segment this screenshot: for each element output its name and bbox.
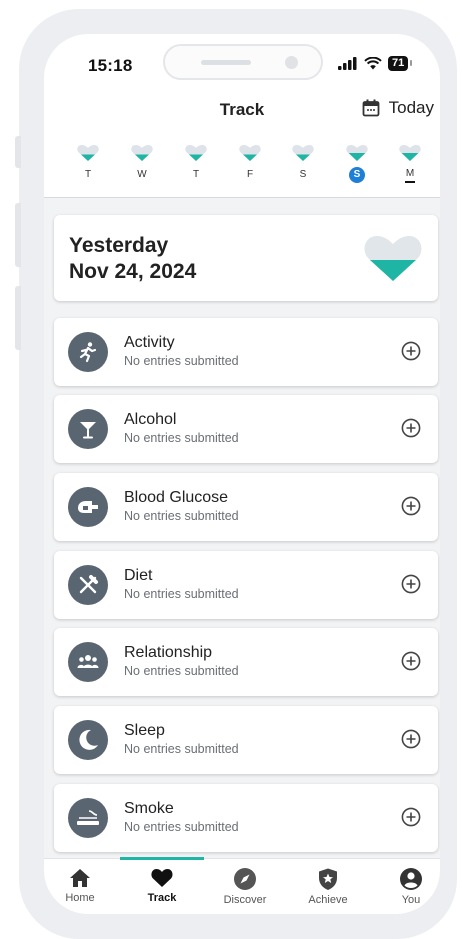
tab-achieve[interactable]: Achieve (293, 867, 363, 906)
tab-track[interactable]: Track (127, 867, 197, 904)
tracker-subtitle: No entries submitted (124, 587, 239, 601)
tracker-row-activity[interactable]: Activity No entries submitted (54, 318, 438, 386)
add-entry-icon[interactable] (401, 341, 421, 361)
status-icons: 71 (338, 56, 413, 71)
heart-icon (151, 869, 173, 887)
today-button[interactable]: Today (362, 98, 434, 118)
add-entry-icon[interactable] (401, 807, 421, 827)
day-label: S (299, 169, 307, 180)
star-shield-icon (319, 868, 337, 890)
tab-label: Achieve (308, 894, 348, 906)
tracker-subtitle: No entries submitted (124, 664, 239, 678)
signal-icon (338, 57, 357, 70)
day-item[interactable]: S (285, 144, 321, 183)
tab-you[interactable]: You (376, 867, 440, 906)
tab-label: Home (65, 892, 95, 904)
bottom-tab-bar: Home Track Discover Achieve You (44, 857, 440, 914)
tracker-subtitle: No entries submitted (124, 742, 239, 756)
heart-progress-icon (399, 145, 421, 161)
heart-progress-icon (185, 145, 207, 161)
tracker-row-smoke[interactable]: Smoke No entries submitted (54, 784, 438, 852)
heart-progress-icon (292, 145, 314, 161)
tab-home[interactable]: Home (45, 867, 115, 904)
phone-side-button (15, 203, 21, 267)
compass-icon (234, 868, 256, 890)
dynamic-island (163, 44, 323, 80)
add-entry-icon[interactable] (401, 574, 421, 594)
status-bar: 15:18 71 (44, 34, 440, 96)
day-label: F (246, 169, 254, 180)
selected-day-card: Yesterday Nov 24, 2024 (54, 215, 438, 301)
user-icon (400, 868, 422, 890)
top-nav: Track Today (44, 96, 440, 132)
today-label: Today (388, 98, 434, 117)
home-icon (70, 869, 90, 887)
tracker-row-sleep[interactable]: Sleep No entries submitted (54, 706, 438, 774)
day-label: T (192, 169, 200, 180)
active-tab-indicator (120, 857, 204, 860)
day-item[interactable]: F (232, 144, 268, 183)
tab-label: Discover (223, 894, 267, 906)
tracker-title: Smoke (124, 800, 174, 817)
moon-icon (68, 720, 108, 760)
wifi-icon (364, 57, 382, 70)
tracker-subtitle: No entries submitted (124, 820, 239, 834)
tab-label: You (401, 894, 421, 906)
island-pill (201, 60, 251, 65)
day-card-title: Yesterday (69, 234, 169, 257)
day-label-current: M (404, 167, 416, 183)
tab-discover[interactable]: Discover (210, 867, 280, 906)
calendar-icon (362, 99, 380, 117)
glucose-meter-icon (68, 487, 108, 527)
app-screen: 15:18 71 Track Today T W T F S S M Yeste… (44, 34, 440, 914)
tracker-subtitle: No entries submitted (124, 431, 239, 445)
battery-indicator: 71 (388, 56, 413, 71)
phone-side-button (15, 286, 21, 350)
phone-side-button (15, 136, 21, 168)
heart-progress-icon (364, 236, 422, 281)
tracker-row-relationship[interactable]: Relationship No entries submitted (54, 628, 438, 696)
day-label: T (84, 169, 92, 180)
tracker-subtitle: No entries submitted (124, 354, 239, 368)
heart-progress-icon (77, 145, 99, 161)
status-time: 15:18 (88, 56, 133, 75)
day-item[interactable]: M (392, 144, 428, 183)
tracker-title: Blood Glucose (124, 489, 229, 506)
tracker-row-blood-glucose[interactable]: Blood Glucose No entries submitted (54, 473, 438, 541)
add-entry-icon[interactable] (401, 651, 421, 671)
heart-progress-icon (239, 145, 261, 161)
day-label-selected: S (349, 167, 365, 183)
day-item[interactable]: W (124, 144, 160, 183)
day-item[interactable]: S (339, 144, 375, 183)
cigarette-icon (68, 798, 108, 838)
week-strip: T W T F S S M (44, 132, 440, 198)
tracker-row-alcohol[interactable]: Alcohol No entries submitted (54, 395, 438, 463)
add-entry-icon[interactable] (401, 418, 421, 438)
cocktail-glass-icon (68, 409, 108, 449)
tracker-row-diet[interactable]: Diet No entries submitted (54, 551, 438, 619)
day-item[interactable]: T (70, 144, 106, 183)
island-camera-dot (285, 56, 298, 69)
add-entry-icon[interactable] (401, 496, 421, 516)
running-person-icon (68, 332, 108, 372)
tracker-title: Relationship (124, 644, 213, 661)
day-card-date: Nov 24, 2024 (69, 260, 197, 283)
tab-label: Track (147, 892, 177, 904)
heart-progress-icon (346, 145, 368, 161)
day-label: W (137, 169, 147, 180)
tracker-title: Sleep (124, 722, 165, 739)
add-entry-icon[interactable] (401, 729, 421, 749)
tracker-title: Alcohol (124, 411, 177, 428)
tracker-title: Activity (124, 334, 175, 351)
people-group-icon (68, 642, 108, 682)
day-item[interactable]: T (178, 144, 214, 183)
tracker-subtitle: No entries submitted (124, 509, 239, 523)
heart-progress-icon (131, 145, 153, 161)
fork-knife-icon (68, 565, 108, 605)
tracker-title: Diet (124, 567, 153, 584)
